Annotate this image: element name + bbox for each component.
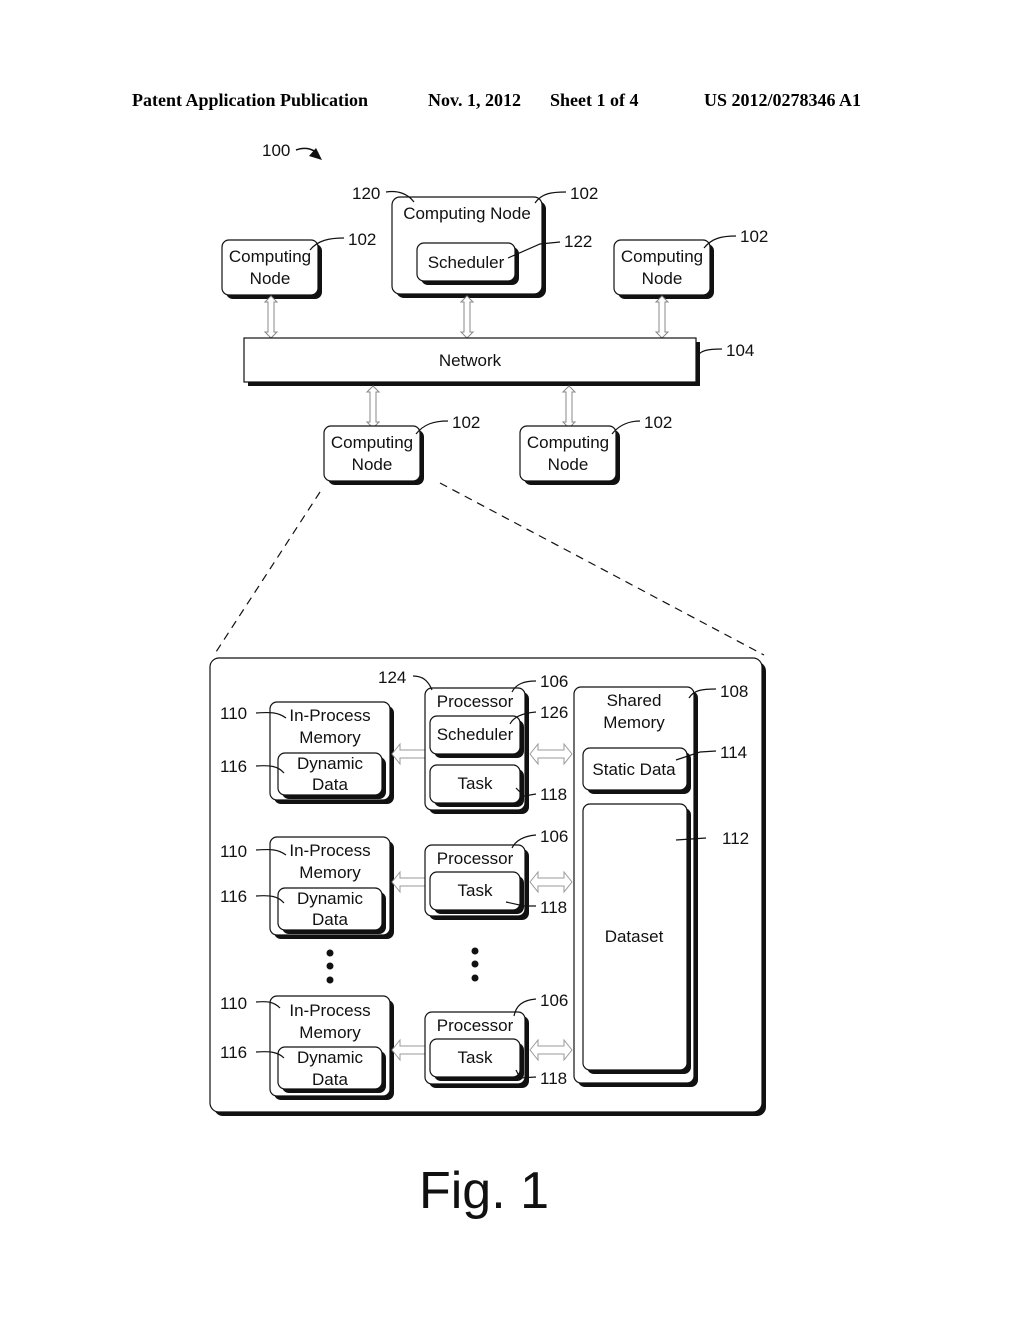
svg-text:In-Process: In-Process — [289, 1001, 370, 1020]
svg-text:Dynamic: Dynamic — [297, 889, 364, 908]
ref-100: 100 — [262, 141, 290, 160]
svg-text:Dynamic: Dynamic — [297, 1048, 364, 1067]
ref-120: 120 — [352, 184, 380, 203]
computing-node-top-center: Computing Node Scheduler — [391, 196, 546, 298]
ref-116: 116 — [220, 757, 247, 776]
svg-text:Memory: Memory — [603, 713, 665, 732]
svg-text:In-Process: In-Process — [289, 841, 370, 860]
ref-106-c: 106 — [540, 991, 568, 1010]
bidirectional-arrow-icon — [655, 295, 669, 339]
computing-node-bottom-right: Computing Node — [519, 425, 620, 485]
svg-text:Dynamic: Dynamic — [297, 754, 364, 773]
network-104: Network — [243, 337, 700, 386]
ref-102-c: 102 — [740, 227, 768, 246]
svg-text:Task: Task — [458, 881, 493, 900]
shared-memory-108: Shared Memory Static Data Dataset — [573, 686, 698, 1087]
bidirectional-arrow-icon — [562, 385, 576, 429]
ellipsis-processor — [471, 947, 479, 982]
ref-106-a: 106 — [540, 672, 568, 691]
svg-text:Scheduler: Scheduler — [437, 725, 514, 744]
dataset-112: Dataset — [582, 803, 691, 1074]
ref-126: 126 — [540, 703, 568, 722]
in-process-memory-row-3: In-Process Memory Dynamic Data — [269, 995, 394, 1100]
ref-116: 116 — [220, 1043, 247, 1062]
zoom-line-right — [439, 482, 765, 656]
svg-text:Data: Data — [312, 910, 348, 929]
ref-124: 124 — [378, 668, 406, 687]
ref-110: 110 — [220, 704, 247, 723]
processor-row-3: Processor Task — [424, 1011, 529, 1088]
processor-row-2: Processor Task — [424, 844, 529, 920]
ref-108: 108 — [720, 682, 748, 701]
bidirectional-arrow-icon — [366, 385, 380, 429]
ref-106-b: 106 — [540, 827, 568, 846]
zoom-line-left — [215, 491, 321, 653]
svg-text:Dataset: Dataset — [605, 927, 664, 946]
svg-text:Computing: Computing — [527, 433, 609, 452]
svg-text:Memory: Memory — [299, 1023, 361, 1042]
processor-row-1: Processor Scheduler Task — [424, 687, 529, 814]
svg-text:Node: Node — [250, 269, 291, 288]
svg-text:Network: Network — [439, 351, 502, 370]
svg-text:Static Data: Static Data — [592, 760, 676, 779]
computing-node-bottom-left: Computing Node — [323, 425, 424, 485]
ref-116: 116 — [220, 887, 247, 906]
svg-text:Shared: Shared — [607, 691, 662, 710]
ref-102-e: 102 — [644, 413, 672, 432]
scheduler-122: Scheduler — [416, 242, 519, 285]
svg-text:Data: Data — [312, 775, 348, 794]
svg-text:Computing Node: Computing Node — [403, 204, 531, 223]
static-data-114: Static Data — [582, 747, 691, 794]
ref-114: 114 — [720, 743, 747, 762]
svg-text:Data: Data — [312, 1070, 348, 1089]
bidirectional-arrow-icon — [460, 295, 474, 339]
computing-node-top-left: Computing Node — [221, 239, 322, 299]
ref-112: 112 — [722, 829, 749, 848]
svg-text:Processor: Processor — [437, 849, 514, 868]
ref-118-b: 118 — [540, 898, 567, 917]
in-process-memory-row-2: In-Process Memory Dynamic Data — [269, 836, 394, 939]
bidirectional-arrow-icon — [264, 295, 278, 339]
figure-caption: Fig. 1 — [419, 1162, 549, 1220]
svg-text:Node: Node — [642, 269, 683, 288]
svg-text:Computing: Computing — [229, 247, 311, 266]
svg-text:Memory: Memory — [299, 728, 361, 747]
computing-node-top-right: Computing Node — [613, 239, 714, 299]
svg-text:Computing: Computing — [331, 433, 413, 452]
ellipsis-memory — [326, 949, 334, 984]
ref-118-c: 118 — [540, 1069, 567, 1088]
ref-110: 110 — [220, 994, 247, 1013]
ref-118-a: 118 — [540, 785, 567, 804]
svg-text:Computing: Computing — [621, 247, 703, 266]
ref-104: 104 — [726, 341, 754, 360]
ref-102-b: 102 — [570, 184, 598, 203]
svg-text:Node: Node — [548, 455, 589, 474]
svg-text:Processor: Processor — [437, 692, 514, 711]
svg-text:Processor: Processor — [437, 1016, 514, 1035]
svg-text:Task: Task — [458, 1048, 493, 1067]
svg-text:Scheduler: Scheduler — [428, 253, 505, 272]
ref-110: 110 — [220, 842, 247, 861]
svg-text:In-Process: In-Process — [289, 706, 370, 725]
in-process-memory-row-1: In-Process Memory Dynamic Data — [269, 701, 394, 804]
ref-102-d: 102 — [452, 413, 480, 432]
ref-102-a: 102 — [348, 230, 376, 249]
svg-text:Task: Task — [458, 774, 493, 793]
svg-text:Node: Node — [352, 455, 393, 474]
figure-1-diagram: 100 Computing Node 102 Computing Node Sc… — [209, 141, 768, 1220]
ref-122: 122 — [564, 232, 592, 251]
svg-text:Memory: Memory — [299, 863, 361, 882]
